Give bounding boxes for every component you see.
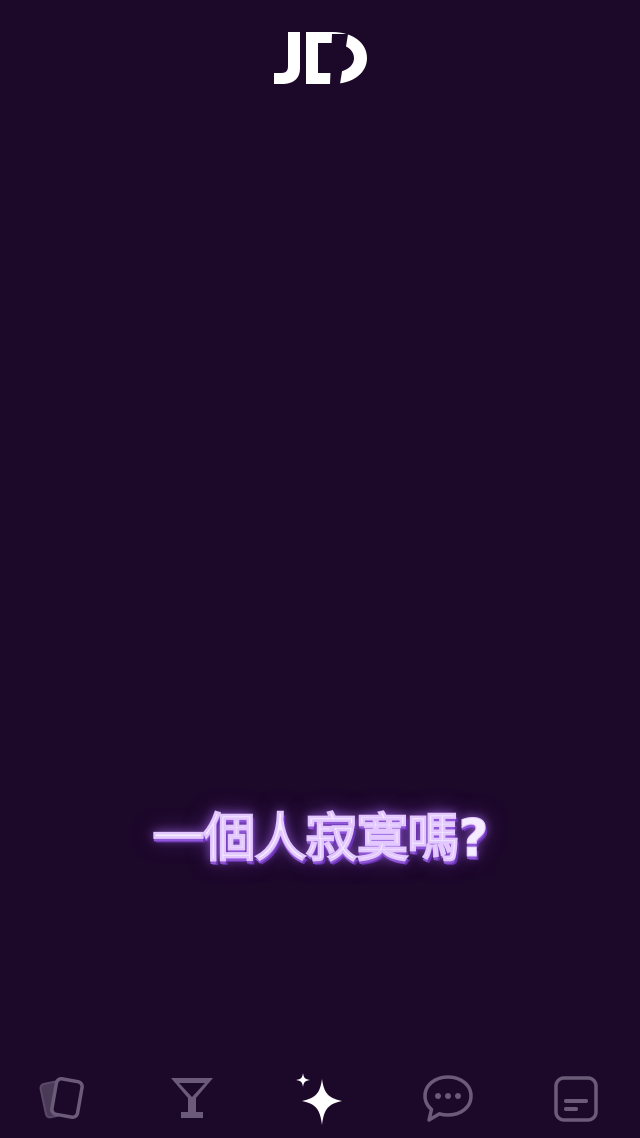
nav-item-discover[interactable] [288, 1067, 352, 1131]
cocktail-icon [171, 1078, 213, 1118]
nav-item-messages[interactable] [544, 1067, 608, 1131]
cards-icon [39, 1077, 84, 1119]
nav-item-drinks[interactable] [160, 1067, 224, 1131]
message-card-icon [554, 1076, 598, 1122]
sparkle-icon [296, 1073, 342, 1125]
app-screen: 一個人寂寞嗎? [0, 0, 640, 1138]
nav-item-chat[interactable] [416, 1067, 480, 1131]
bottom-nav [0, 1060, 640, 1138]
chat-bubble-icon [423, 1075, 473, 1122]
nav-item-cards[interactable] [32, 1067, 96, 1131]
tagline-heading: 一個人寂寞嗎? [152, 809, 489, 870]
jd-logo [274, 32, 367, 84]
